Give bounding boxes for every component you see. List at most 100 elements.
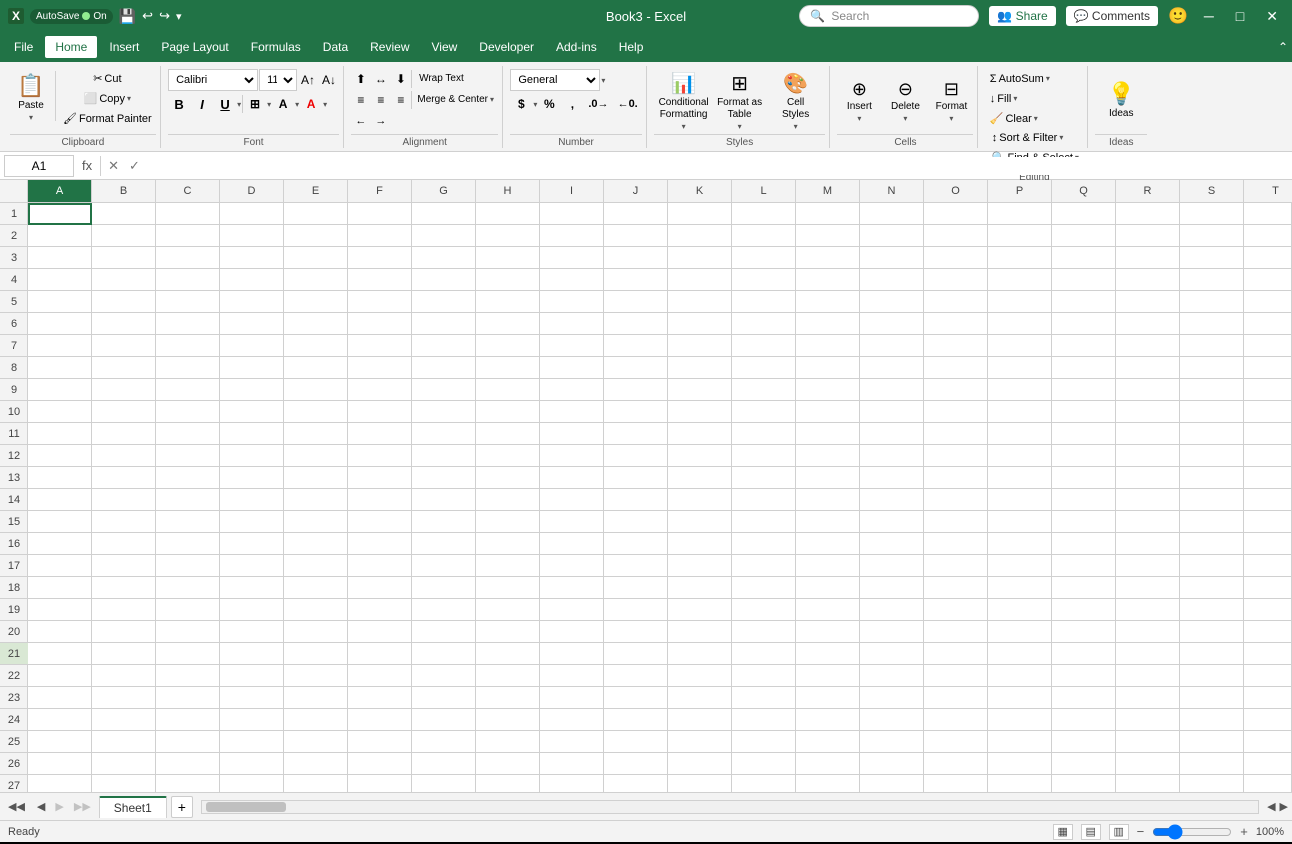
grid-cell[interactable] — [412, 445, 476, 467]
add-sheet-button[interactable]: + — [171, 796, 193, 818]
underline-button[interactable]: U — [214, 93, 236, 115]
grid-cell[interactable] — [860, 709, 924, 731]
formula-input[interactable] — [147, 157, 1288, 175]
grid-cell[interactable] — [540, 467, 604, 489]
grid-cell[interactable] — [924, 203, 988, 225]
grid-cell[interactable] — [604, 687, 668, 709]
grid-cell[interactable] — [604, 489, 668, 511]
menu-item-add-ins[interactable]: Add-ins — [546, 36, 607, 58]
grid-cell[interactable] — [988, 379, 1052, 401]
grid-cell[interactable] — [92, 423, 156, 445]
grid-cell[interactable] — [988, 775, 1052, 792]
grid-cell[interactable] — [1244, 577, 1292, 599]
grid-cell[interactable] — [156, 621, 220, 643]
grid-cell[interactable] — [924, 643, 988, 665]
grid-cell[interactable] — [348, 335, 412, 357]
font-size-select[interactable]: 11 — [259, 69, 297, 91]
grid-cell[interactable] — [1244, 269, 1292, 291]
comma-button[interactable]: , — [561, 93, 583, 115]
grid-cell[interactable] — [220, 445, 284, 467]
grid-cell[interactable] — [604, 379, 668, 401]
merge-center-button[interactable]: Merge & Center ▾ — [413, 90, 498, 109]
grid-cell[interactable] — [988, 225, 1052, 247]
grid-cell[interactable] — [28, 379, 92, 401]
grid-cell[interactable] — [92, 401, 156, 423]
grid-cell[interactable] — [1052, 511, 1116, 533]
grid-cell[interactable] — [1244, 379, 1292, 401]
increase-decimal-button[interactable]: .0→ — [584, 93, 612, 115]
grid-cell[interactable] — [1116, 731, 1180, 753]
grid-cell[interactable] — [604, 753, 668, 775]
grid-cell[interactable] — [1244, 357, 1292, 379]
grid-cell[interactable] — [284, 687, 348, 709]
col-header-P[interactable]: P — [988, 180, 1052, 202]
grid-cell[interactable] — [348, 687, 412, 709]
grid-cell[interactable] — [796, 313, 860, 335]
grid-cell[interactable] — [732, 753, 796, 775]
grid-cell[interactable] — [412, 335, 476, 357]
grid-cell[interactable] — [348, 357, 412, 379]
grid-cell[interactable] — [476, 291, 540, 313]
grid-cell[interactable] — [348, 467, 412, 489]
grid-cell[interactable] — [540, 335, 604, 357]
grid-cell[interactable] — [1180, 467, 1244, 489]
grid-cell[interactable] — [348, 533, 412, 555]
grid-cell[interactable] — [1180, 335, 1244, 357]
grid-cell[interactable] — [732, 313, 796, 335]
grid-cell[interactable] — [92, 445, 156, 467]
grid-cell[interactable] — [92, 665, 156, 687]
grid-cell[interactable] — [1244, 335, 1292, 357]
grid-cell[interactable] — [220, 665, 284, 687]
grid-cell[interactable] — [860, 445, 924, 467]
grid-cell[interactable] — [28, 203, 92, 225]
grid-cell[interactable] — [348, 555, 412, 577]
grid-cell[interactable] — [92, 489, 156, 511]
grid-cell[interactable] — [348, 247, 412, 269]
row-number-4[interactable]: 4 — [0, 269, 28, 291]
col-header-B[interactable]: B — [92, 180, 156, 202]
grid-cell[interactable] — [284, 379, 348, 401]
clear-button[interactable]: 🧹 Clear ▾ — [986, 109, 1042, 128]
grid-cell[interactable] — [668, 203, 732, 225]
grid-cell[interactable] — [156, 335, 220, 357]
row-number-2[interactable]: 2 — [0, 225, 28, 247]
grid-cell[interactable] — [412, 731, 476, 753]
grid-cell[interactable] — [220, 423, 284, 445]
grid-cell[interactable] — [796, 775, 860, 792]
row-number-20[interactable]: 20 — [0, 621, 28, 643]
grid-cell[interactable] — [540, 665, 604, 687]
grid-cell[interactable] — [668, 291, 732, 313]
grid-cell[interactable] — [668, 379, 732, 401]
grid-cell[interactable] — [92, 643, 156, 665]
grid-cell[interactable] — [476, 489, 540, 511]
grid-cell[interactable] — [860, 269, 924, 291]
grid-cell[interactable] — [220, 203, 284, 225]
grid-cell[interactable] — [604, 599, 668, 621]
grid-cell[interactable] — [1180, 247, 1244, 269]
grid-cell[interactable] — [348, 731, 412, 753]
grid-cell[interactable] — [220, 467, 284, 489]
grid-cell[interactable] — [1180, 357, 1244, 379]
grid-cell[interactable] — [220, 621, 284, 643]
col-header-Q[interactable]: Q — [1052, 180, 1116, 202]
grid-cell[interactable] — [92, 511, 156, 533]
col-header-I[interactable]: I — [540, 180, 604, 202]
grid-cell[interactable] — [540, 599, 604, 621]
grid-cell[interactable] — [604, 577, 668, 599]
format-as-table-button[interactable]: ⊞ Format asTable ▾ — [714, 73, 766, 129]
grid-cell[interactable] — [1180, 665, 1244, 687]
grid-cell[interactable] — [604, 731, 668, 753]
grid-cell[interactable] — [1052, 709, 1116, 731]
grid-cell[interactable] — [28, 775, 92, 792]
grid-cell[interactable] — [1244, 489, 1292, 511]
grid-cell[interactable] — [284, 247, 348, 269]
grid-cell[interactable] — [284, 357, 348, 379]
grid-cell[interactable] — [924, 533, 988, 555]
grid-cell[interactable] — [348, 401, 412, 423]
grid-cell[interactable] — [92, 291, 156, 313]
grid-cell[interactable] — [1180, 401, 1244, 423]
grid-cell[interactable] — [412, 313, 476, 335]
grid-cell[interactable] — [284, 709, 348, 731]
grid-cell[interactable] — [348, 511, 412, 533]
grid-cell[interactable] — [1116, 357, 1180, 379]
